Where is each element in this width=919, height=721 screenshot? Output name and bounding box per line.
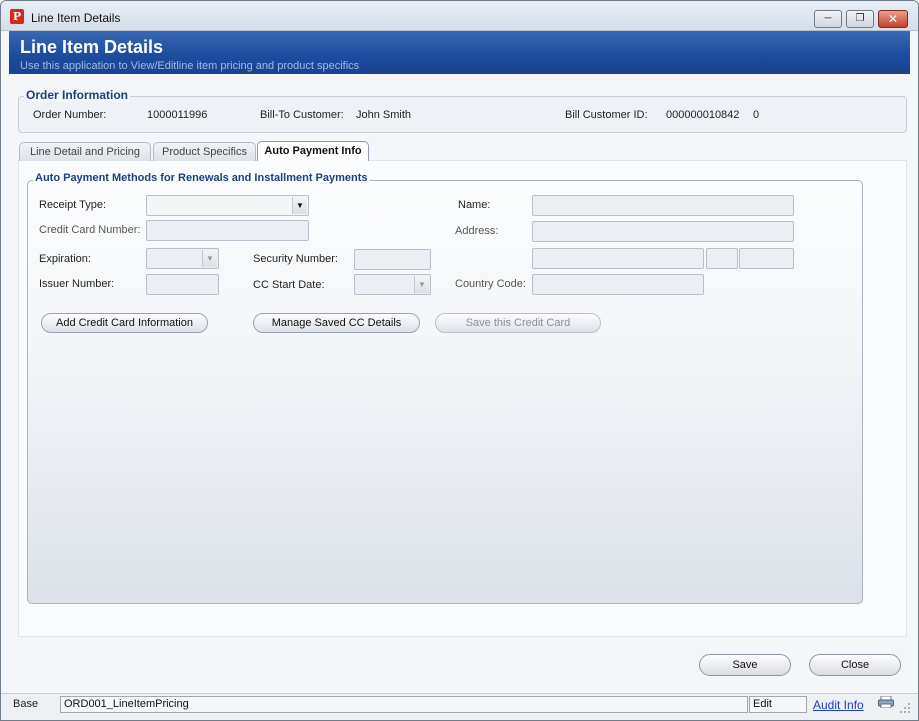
close-icon: ✕ bbox=[887, 12, 899, 26]
chevron-down-icon[interactable]: ▼ bbox=[202, 250, 217, 267]
app-logo-icon: P bbox=[10, 9, 24, 24]
page-header: Line Item Details Use this application t… bbox=[9, 31, 910, 74]
cc-start-date-label: CC Start Date: bbox=[253, 279, 325, 291]
order-information-legend: Order Information bbox=[24, 88, 131, 102]
manage-saved-cc-button[interactable]: Manage Saved CC Details bbox=[253, 313, 420, 333]
add-credit-card-button[interactable]: Add Credit Card Information bbox=[41, 313, 208, 333]
window-close-button[interactable]: ✕ bbox=[878, 10, 908, 28]
tab-product-specifics[interactable]: Product Specifics bbox=[153, 142, 256, 161]
audit-info-link[interactable]: Audit Info bbox=[813, 698, 864, 712]
cc-start-date-select[interactable]: ▼ bbox=[354, 274, 431, 295]
restore-icon: ❐ bbox=[855, 13, 865, 24]
auto-payment-methods-group bbox=[27, 180, 863, 604]
application-window: P Line Item Details ─ ❐ ✕ Line Item Deta… bbox=[0, 0, 919, 721]
address-line1-field[interactable] bbox=[532, 221, 794, 242]
credit-card-number-label: Credit Card Number: bbox=[39, 224, 141, 236]
issuer-number-field[interactable] bbox=[146, 274, 219, 295]
status-form-name: ORD001_LineItemPricing bbox=[60, 696, 748, 713]
bill-to-customer-value: John Smith bbox=[356, 109, 412, 121]
page-title: Line Item Details bbox=[20, 37, 164, 57]
save-credit-card-button[interactable]: Save this Credit Card bbox=[435, 313, 601, 333]
order-number-value: 1000011996 bbox=[147, 109, 208, 121]
bill-customer-id-value: 000000010842 bbox=[666, 109, 740, 121]
city-field[interactable] bbox=[532, 248, 704, 269]
issuer-number-label: Issuer Number: bbox=[39, 278, 115, 290]
credit-card-number-field[interactable] bbox=[146, 220, 309, 241]
minimize-button[interactable]: ─ bbox=[814, 10, 842, 28]
security-number-label: Security Number: bbox=[253, 253, 338, 265]
expiration-select[interactable]: ▼ bbox=[146, 248, 219, 269]
name-label: Name: bbox=[458, 199, 491, 211]
save-button[interactable]: Save bbox=[699, 654, 791, 676]
order-number-label: Order Number: bbox=[33, 109, 107, 121]
minimize-icon: ─ bbox=[824, 13, 832, 24]
address-label: Address: bbox=[455, 225, 499, 237]
window-title: Line Item Details bbox=[31, 11, 121, 25]
tab-line-detail-and-pricing[interactable]: Line Detail and Pricing bbox=[19, 142, 151, 161]
chevron-down-icon[interactable]: ▼ bbox=[292, 197, 307, 214]
bill-to-customer-label: Bill-To Customer: bbox=[260, 109, 344, 121]
state-field[interactable] bbox=[706, 248, 738, 269]
chevron-down-icon[interactable]: ▼ bbox=[414, 276, 429, 293]
security-number-field[interactable] bbox=[354, 249, 431, 270]
page-subtitle: Use this application to View/Editline it… bbox=[20, 60, 360, 72]
country-code-label: Country Code: bbox=[455, 278, 526, 290]
postal-code-field[interactable] bbox=[739, 248, 794, 269]
resize-grip-icon[interactable] bbox=[899, 702, 911, 714]
tab-auto-payment-info[interactable]: Auto Payment Info bbox=[257, 141, 369, 161]
country-code-field[interactable] bbox=[532, 274, 704, 295]
status-bar: Base ORD001_LineItemPricing Edit Audit I… bbox=[1, 693, 918, 720]
title-bar: P Line Item Details ─ ❐ ✕ bbox=[1, 1, 918, 31]
expiration-label: Expiration: bbox=[39, 253, 91, 265]
bill-customer-id-suffix: 0 bbox=[753, 109, 760, 121]
printer-icon[interactable] bbox=[878, 696, 894, 708]
close-button[interactable]: Close bbox=[809, 654, 901, 676]
auto-payment-methods-legend: Auto Payment Methods for Renewals and In… bbox=[33, 172, 370, 184]
receipt-type-label: Receipt Type: bbox=[39, 199, 107, 211]
receipt-type-select[interactable]: ▼ bbox=[146, 195, 309, 216]
name-field[interactable] bbox=[532, 195, 794, 216]
restore-button[interactable]: ❐ bbox=[846, 10, 874, 28]
status-base-label: Base bbox=[13, 698, 39, 710]
status-mode: Edit bbox=[749, 696, 807, 713]
bill-customer-id-label: Bill Customer ID: bbox=[565, 109, 648, 121]
